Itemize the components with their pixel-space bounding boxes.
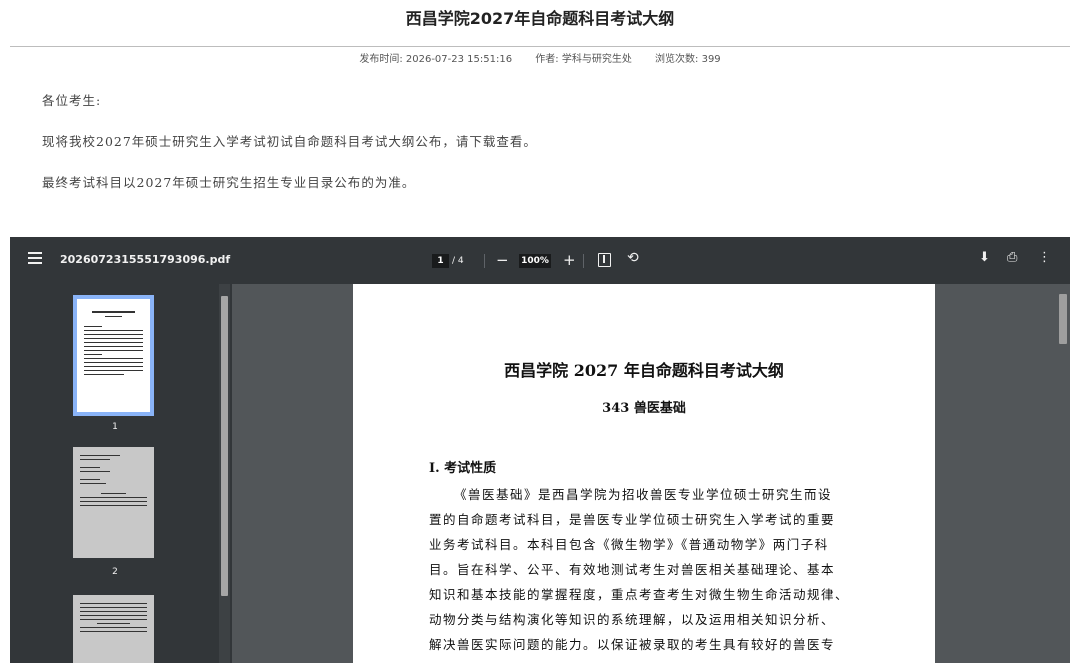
paragraph-line: 知识和基本技能的掌握程度，重点考查考生对微生物生命活动规律、 <box>429 587 850 602</box>
announcement-paragraph: 现将我校2027年硕士研究生入学考试初试自命题科目考试大纲公布，请下载查看。 <box>42 134 537 149</box>
pdf-toolbar: 2026072315551793096.pdf 1 / 4 − 100% + ⟲… <box>10 237 1070 284</box>
scrollbar-thumb[interactable] <box>221 296 228 596</box>
thumbnail-page-3[interactable] <box>73 595 154 663</box>
pdf-page-title: 西昌学院 2027 年自命题科目考试大纲 <box>504 361 784 380</box>
download-icon[interactable]: ⬇ <box>979 250 990 265</box>
article-title: 西昌学院2027年自命题科目考试大纲 <box>405 9 675 28</box>
note-paragraph: 最终考试科目以2027年硕士研究生招生专业目录公布的为准。 <box>42 175 416 190</box>
toolbar-divider <box>583 254 584 268</box>
view-count: 浏览次数: 399 <box>655 54 721 65</box>
title-divider <box>10 46 1070 47</box>
thumbnail-label: 1 <box>112 422 118 432</box>
page-number-input[interactable]: 1 <box>432 254 449 268</box>
thumbnail-label: 2 <box>112 567 118 577</box>
zoom-level-input[interactable]: 100% <box>519 254 551 268</box>
scrollbar-thumb[interactable] <box>1059 294 1067 344</box>
thumbnail-page-2[interactable] <box>73 447 154 558</box>
paragraph-line: 业务考试科目。本科目包含《微生物学》《普通动物学》两门子科 <box>429 537 829 552</box>
fit-page-icon[interactable] <box>598 253 611 267</box>
zoom-in-icon[interactable]: + <box>563 250 576 270</box>
paragraph-line: 动物分类与结构演化等知识的系统理解，以及运用相关知识分析、 <box>429 612 836 627</box>
paragraph-line: 解决兽医实际问题的能力。以保证被录取的考生具有较好的兽医专 <box>429 637 836 652</box>
document-scrollbar[interactable] <box>1056 284 1070 663</box>
thumbnail-sidebar: 1 2 <box>10 284 232 663</box>
pdf-paragraph: 《兽医基础》是西昌学院为招收兽医专业学位硕士研究生而设 置的自命题考试科目，是兽… <box>429 482 859 657</box>
author: 作者: 学科与研究生处 <box>535 54 632 65</box>
article-meta: 发布时间: 2026-07-23 15:51:16 作者: 学科与研究生处 浏览… <box>0 53 1080 67</box>
pdf-page: 西昌学院 2027 年自命题科目考试大纲 343 兽医基础 I. 考试性质 《兽… <box>353 284 935 663</box>
pdf-viewer: 2026072315551793096.pdf 1 / 4 − 100% + ⟲… <box>10 237 1070 663</box>
publish-time: 发布时间: 2026-07-23 15:51:16 <box>359 54 513 65</box>
pdf-page-subtitle: 343 兽医基础 <box>602 401 686 416</box>
paragraph-line: 置的自命题考试科目，是兽医专业学位硕士研究生入学考试的重要 <box>429 512 836 527</box>
page-total: / 4 <box>452 256 464 266</box>
pdf-filename: 2026072315551793096.pdf <box>60 253 231 266</box>
rotate-icon[interactable]: ⟲ <box>627 250 639 266</box>
thumbnail-page-1[interactable] <box>73 295 154 416</box>
greeting-paragraph: 各位考生: <box>42 93 102 108</box>
thumbnail-scrollbar[interactable] <box>219 284 230 663</box>
zoom-out-icon[interactable]: − <box>496 250 509 270</box>
paragraph-line: 目。旨在科学、公平、有效地测试考生对兽医相关基础理论、基本 <box>429 562 836 577</box>
toolbar-divider <box>484 254 485 268</box>
menu-icon[interactable] <box>28 252 42 269</box>
paragraph-line: 《兽医基础》是西昌学院为招收兽医专业学位硕士研究生而设 <box>454 487 833 502</box>
print-icon[interactable]: ⎙ <box>1007 250 1017 265</box>
section-heading: I. 考试性质 <box>429 461 497 476</box>
more-icon[interactable]: ⋮ <box>1038 250 1051 265</box>
